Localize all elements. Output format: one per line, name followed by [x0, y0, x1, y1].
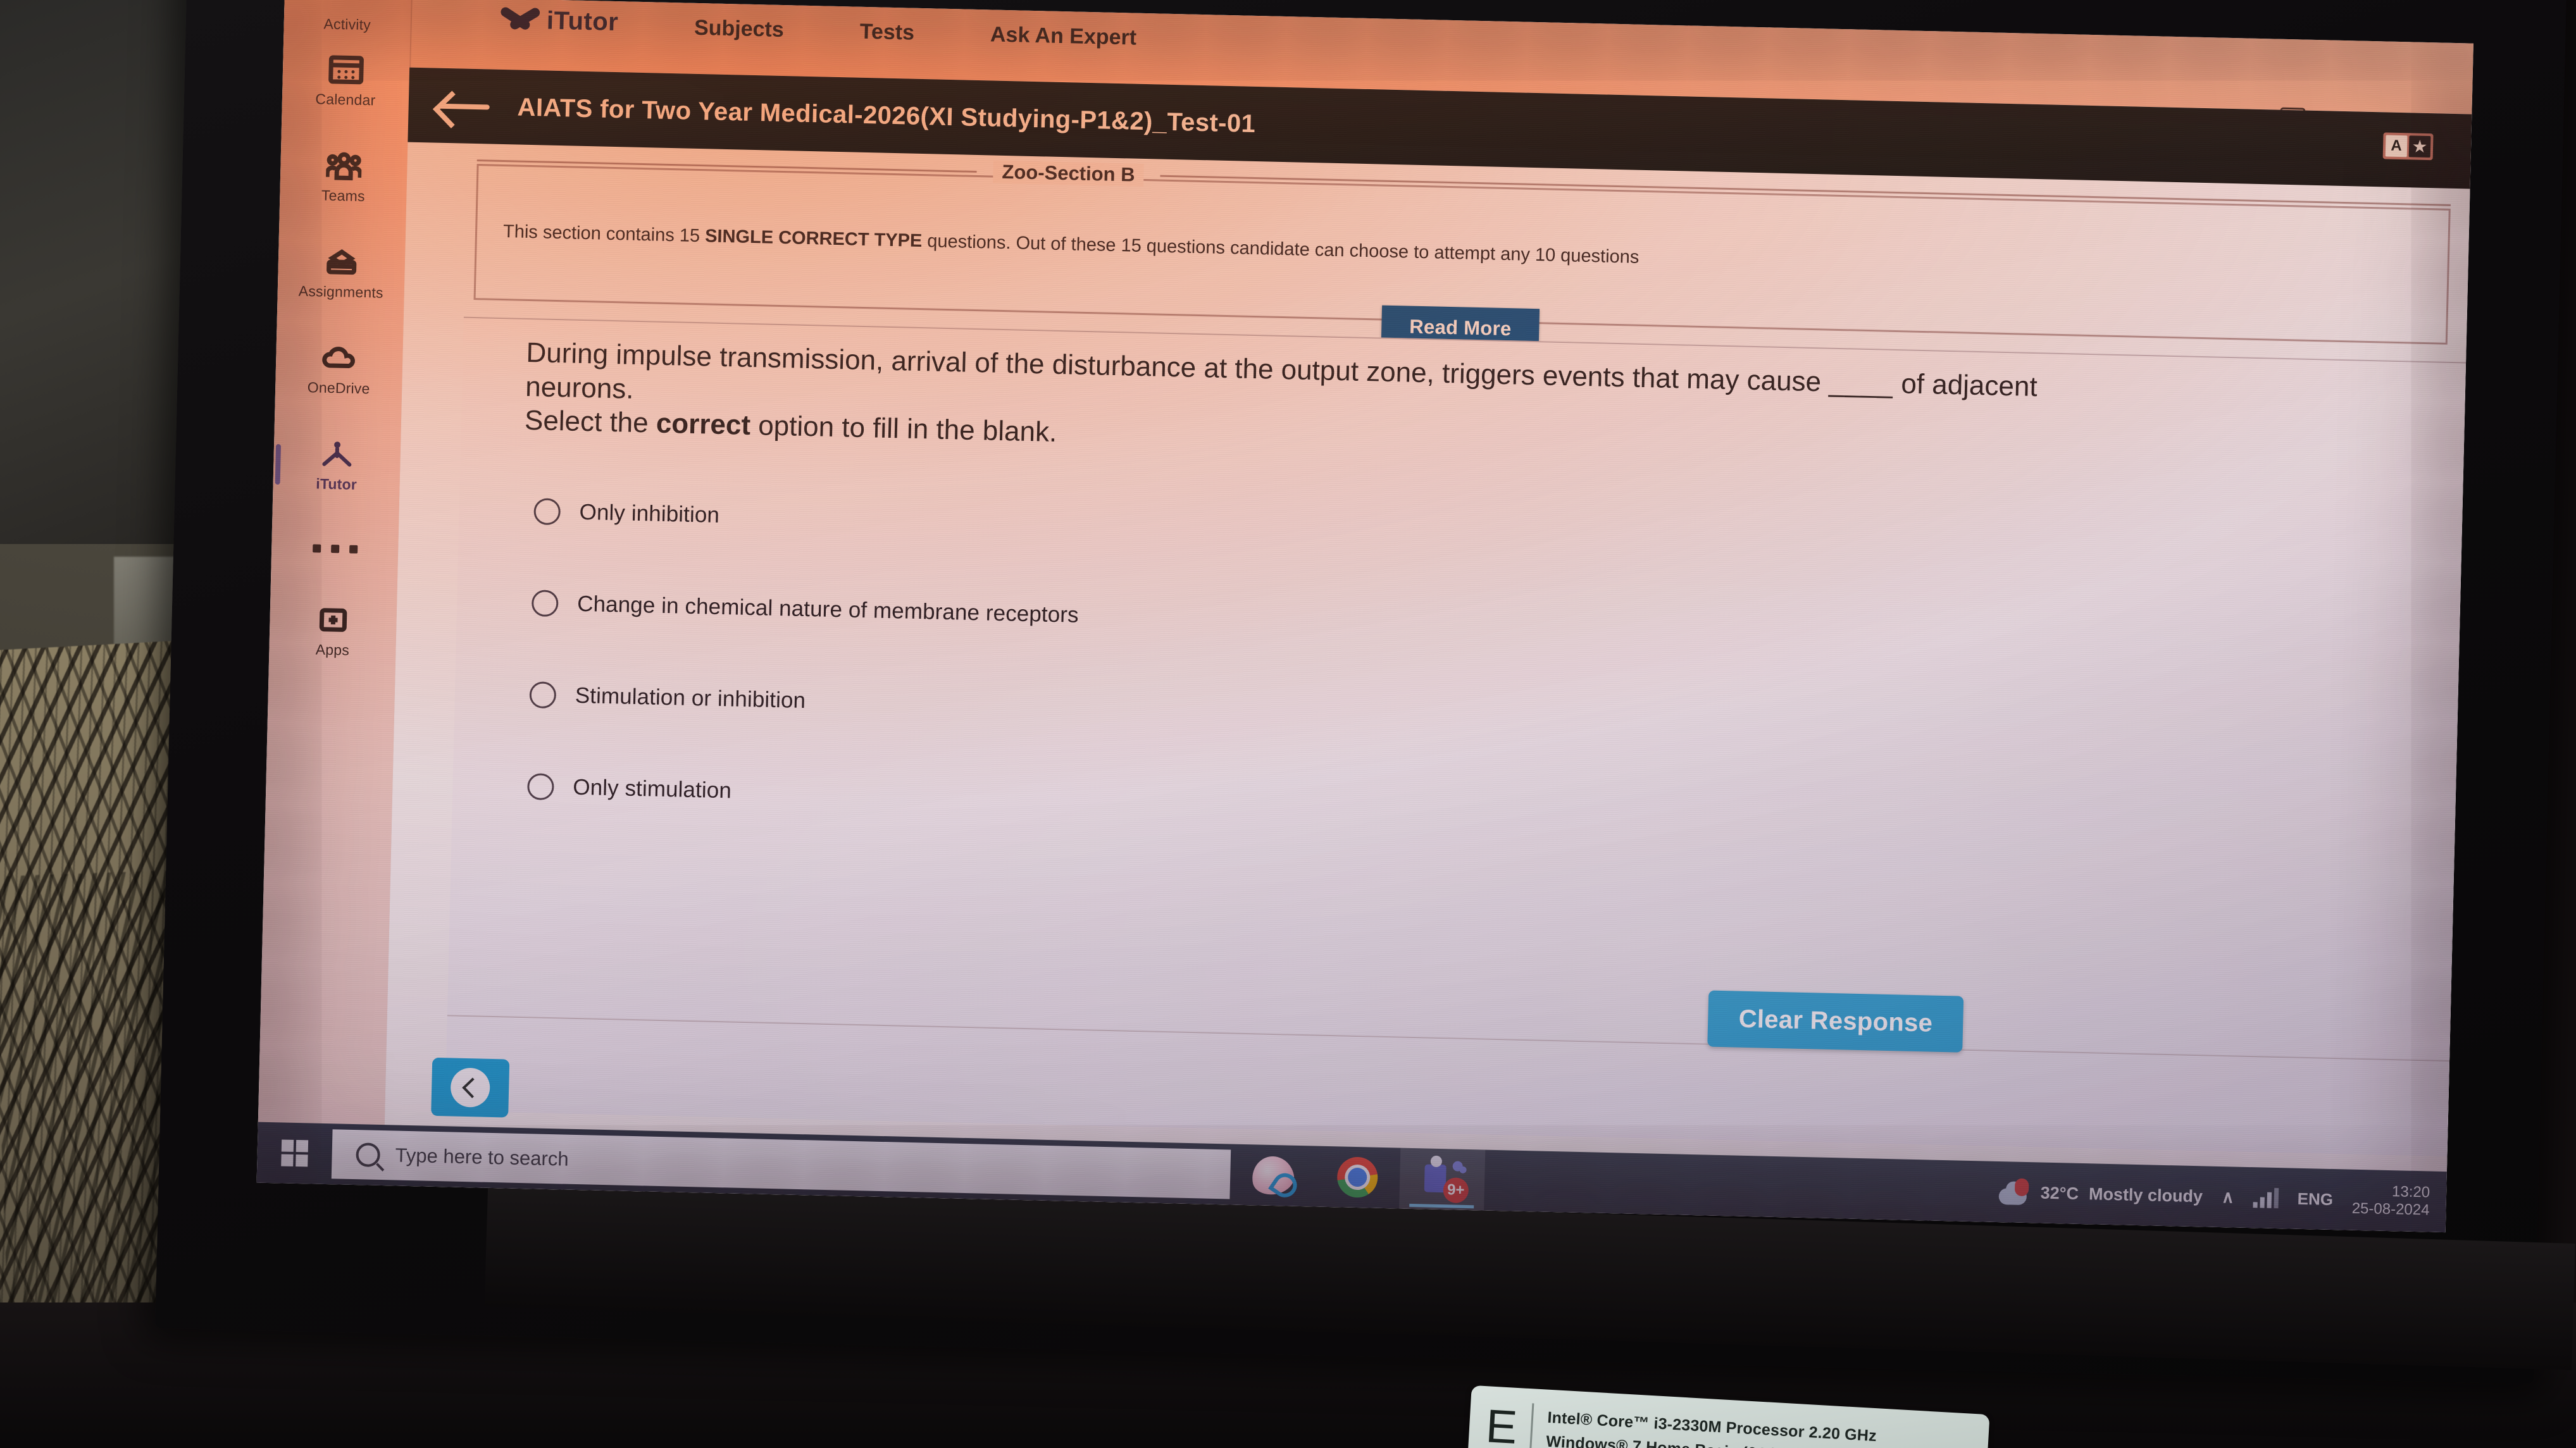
people-teams-icon	[325, 150, 363, 181]
network-signal-icon[interactable]	[2253, 1187, 2279, 1209]
option-label: Stimulation or inhibition	[575, 683, 806, 713]
option-label: Only inhibition	[579, 499, 720, 528]
previous-question-button[interactable]	[431, 1057, 510, 1118]
sidebar-item-onedrive[interactable]: OneDrive	[275, 320, 404, 419]
taskbar-app-paint[interactable]	[1229, 1144, 1316, 1206]
question-blank: ____	[1828, 366, 1894, 399]
option-label: Change in chemical nature of membrane re…	[576, 591, 1080, 628]
nav-link-tests[interactable]: Tests	[859, 11, 915, 46]
google-chrome-icon	[1336, 1156, 1378, 1198]
section-heading-label: Zoo-Section B	[993, 160, 1145, 187]
sidebar-item-label: Activity	[323, 15, 371, 34]
dot	[330, 544, 339, 553]
itutor-app: AIATS for Two Year Medical-2026(XI Study…	[383, 67, 2472, 1233]
laptop: E Intel® Core™ i3-2330M Processor 2.20 G…	[154, 0, 2576, 1448]
sticker-lines: Intel® Core™ i3-2330M Processor 2.20 GHz…	[1546, 1408, 1877, 1448]
paint-3d-icon	[1248, 1153, 1297, 1198]
logo-pane	[296, 1139, 309, 1153]
search-placeholder: Type here to search	[395, 1144, 569, 1170]
nav-link-subjects[interactable]: Subjects	[694, 7, 785, 42]
chevron-left-icon	[450, 1067, 490, 1108]
photo-scene: E Intel® Core™ i3-2330M Processor 2.20 G…	[0, 0, 2576, 1448]
question-line3-bold: correct	[656, 407, 751, 442]
sidebar-item-activity[interactable]: Activity	[283, 0, 411, 35]
start-button[interactable]	[257, 1122, 333, 1185]
itutor-logo-text: iTutor	[546, 6, 619, 36]
bar	[2260, 1197, 2265, 1208]
question-line3-a: Select the	[524, 405, 657, 439]
bar	[2267, 1192, 2272, 1208]
sticker-brand-letter: E	[1484, 1399, 1519, 1448]
weather-condition: Mostly cloudy	[2088, 1184, 2203, 1206]
itutor-logo-icon	[502, 3, 537, 37]
itutor-logo[interactable]: iTutor	[502, 3, 619, 39]
bar	[2274, 1187, 2279, 1209]
logo-pane	[296, 1154, 308, 1167]
radio-button-icon[interactable]	[529, 681, 557, 709]
answer-options: Only inhibition Change in chemical natur…	[526, 465, 2437, 875]
sidebar-item-apps[interactable]: Apps	[268, 582, 397, 681]
bar	[2253, 1202, 2258, 1208]
nav-link-ask-an-expert[interactable]: Ask An Expert	[990, 13, 1137, 50]
cloud-onedrive-icon	[321, 342, 358, 373]
cloud-weather-icon	[1997, 1178, 2031, 1206]
sidebar-item-label: OneDrive	[307, 378, 370, 397]
notification-badge: 9+	[1443, 1177, 1469, 1204]
show-hidden-icons-icon[interactable]: ∧	[2222, 1187, 2234, 1207]
option-label: Only stimulation	[572, 774, 732, 803]
question-card: During impulse transmission, arrival of …	[431, 316, 2467, 1157]
laptop-spec-sticker: E Intel® Core™ i3-2330M Processor 2.20 G…	[1467, 1385, 1990, 1448]
sidebar-item-label: Apps	[315, 640, 350, 659]
more-options-icon[interactable]	[271, 512, 399, 585]
instruction-prefix: This section contains 15	[502, 221, 706, 247]
clear-response-button[interactable]: Clear Response	[1707, 990, 1964, 1053]
question-text: During impulse transmission, arrival of …	[524, 336, 2446, 481]
clock[interactable]: 13:20 25-08-2024	[2351, 1183, 2430, 1219]
sidebar-item-assignments[interactable]: Assignments	[277, 224, 406, 323]
dot	[312, 543, 321, 553]
sidebar-item-label: Assignments	[298, 282, 384, 301]
rule-left	[476, 159, 977, 173]
taskbar-app-chrome[interactable]	[1314, 1146, 1400, 1209]
sticker-divider	[1529, 1403, 1534, 1448]
weather-widget[interactable]: 32°C Mostly cloudy	[1997, 1178, 2203, 1210]
grammarly-star-icon: ★	[2408, 135, 2431, 158]
question-line1-b: of adjacent	[1893, 368, 2038, 403]
sidebar-item-teams[interactable]: Teams	[279, 128, 408, 226]
sidebar-item-calendar[interactable]: Calendar	[282, 32, 411, 130]
sidebar-item-label: Teams	[321, 187, 366, 204]
dot	[349, 545, 358, 554]
calendar-icon	[328, 54, 364, 85]
alert-pin	[2014, 1178, 2029, 1197]
radio-button-icon[interactable]	[526, 772, 554, 800]
logo-pane	[281, 1139, 294, 1152]
question-line3-b: option to fill in the blank.	[750, 410, 1057, 449]
search-icon	[356, 1142, 381, 1167]
sidebar-item-itutor[interactable]: iTutor	[273, 416, 402, 515]
radio-button-icon[interactable]	[533, 497, 561, 525]
sidebar-item-label: iTutor	[316, 474, 358, 493]
laptop-screen: iTutor Subjects Tests Ask An Expert Pres…	[256, 0, 2473, 1233]
microsoft-teams-icon: 9+	[1420, 1159, 1469, 1204]
windows-logo-icon	[281, 1139, 309, 1167]
clock-date: 25-08-2024	[2351, 1199, 2430, 1219]
clock-time: 13:20	[2391, 1183, 2430, 1201]
plus-apps-icon	[315, 604, 351, 635]
page-title: AIATS for Two Year Medical-2026(XI Study…	[517, 92, 1256, 138]
language-indicator[interactable]: ENG	[2297, 1189, 2333, 1209]
assignments-icon	[323, 246, 359, 277]
sidebar-item-label: Calendar	[315, 90, 376, 108]
grammarly-letter: A	[2385, 135, 2408, 158]
radio-button-icon[interactable]	[531, 589, 559, 617]
teams-glyph-dot-small	[1459, 1166, 1467, 1173]
instruction-bold: SINGLE CORRECT TYPE	[704, 226, 923, 252]
weather-temperature: 32°C	[2040, 1183, 2079, 1203]
section-instruction-panel: Zoo-Section B This section contains 15 S…	[473, 159, 2451, 351]
taskbar-app-teams[interactable]: 9+	[1399, 1148, 1486, 1211]
itutor-logo-icon	[319, 438, 355, 469]
system-tray: 32°C Mostly cloudy ∧ ENG 13:20 25-08-202…	[1997, 1175, 2446, 1218]
logo-pane	[281, 1154, 294, 1166]
grammarly-badge[interactable]: A ★	[2382, 132, 2434, 161]
back-arrow-icon[interactable]	[437, 90, 492, 123]
